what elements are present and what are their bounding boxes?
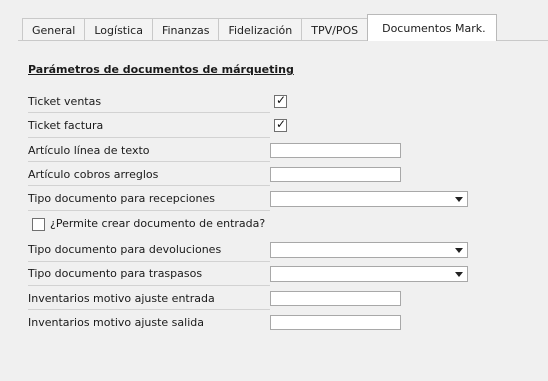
checkmark-icon: ✓ xyxy=(276,93,287,107)
inv-motivo-ajuste-entrada-label: Inventarios motivo ajuste entrada xyxy=(28,292,215,305)
tipo-doc-traspasos-select[interactable] xyxy=(270,266,468,282)
articulo-linea-texto-label: Artículo línea de texto xyxy=(28,144,150,157)
articulo-cobros-arreglos-label: Artículo cobros arreglos xyxy=(28,168,159,181)
tipo-doc-devoluciones-label: Tipo documento para devoluciones xyxy=(28,243,222,256)
row-divider xyxy=(28,210,270,211)
checkmark-icon: ✓ xyxy=(276,117,287,131)
ticket-ventas-label: Ticket ventas xyxy=(28,95,102,108)
permite-crear-doc-entrada-label: ¿Permite crear documento de entrada? xyxy=(50,217,266,230)
inv-motivo-ajuste-salida-input[interactable] xyxy=(270,315,401,330)
tipo-doc-devoluciones-select[interactable] xyxy=(270,242,468,258)
tab-tpv-pos[interactable]: TPV/POS xyxy=(301,18,369,41)
ticket-factura-label: Ticket factura xyxy=(28,119,104,132)
row-divider xyxy=(28,309,270,310)
inv-motivo-ajuste-entrada-input[interactable] xyxy=(270,291,401,306)
articulo-linea-texto-input[interactable] xyxy=(270,143,401,158)
tab-general[interactable]: General xyxy=(22,18,86,41)
row-divider xyxy=(28,112,270,113)
tipo-doc-recepciones-label: Tipo documento para recepciones xyxy=(28,192,216,205)
tab-documentos-marketing[interactable]: Documentos Mark. xyxy=(367,14,497,41)
articulo-cobros-arreglos-input[interactable] xyxy=(270,167,401,182)
row-divider xyxy=(28,137,270,138)
tab-bar: General Logística Finanzas Fidelización … xyxy=(22,14,548,41)
tipo-doc-recepciones-select[interactable] xyxy=(270,191,468,207)
section-title: Parámetros de documentos de márqueting xyxy=(28,63,294,76)
dropdown-arrow-icon[interactable] xyxy=(455,197,463,202)
dropdown-arrow-icon[interactable] xyxy=(455,248,463,253)
inv-motivo-ajuste-salida-label: Inventarios motivo ajuste salida xyxy=(28,316,204,329)
row-divider xyxy=(28,285,270,286)
tab-finanzas[interactable]: Finanzas xyxy=(151,18,220,41)
row-divider xyxy=(28,185,270,186)
row-divider xyxy=(28,161,270,162)
ticket-factura-checkbox[interactable]: ✓ xyxy=(274,117,287,132)
tipo-doc-traspasos-label: Tipo documento para traspasos xyxy=(28,267,203,280)
row-divider xyxy=(28,261,270,262)
permite-crear-doc-entrada-checkbox[interactable] xyxy=(32,218,45,231)
ticket-ventas-checkbox[interactable]: ✓ xyxy=(274,93,287,108)
dropdown-arrow-icon[interactable] xyxy=(455,272,463,277)
tab-logistica[interactable]: Logística xyxy=(84,18,153,41)
tab-fidelizacion[interactable]: Fidelización xyxy=(218,18,303,41)
